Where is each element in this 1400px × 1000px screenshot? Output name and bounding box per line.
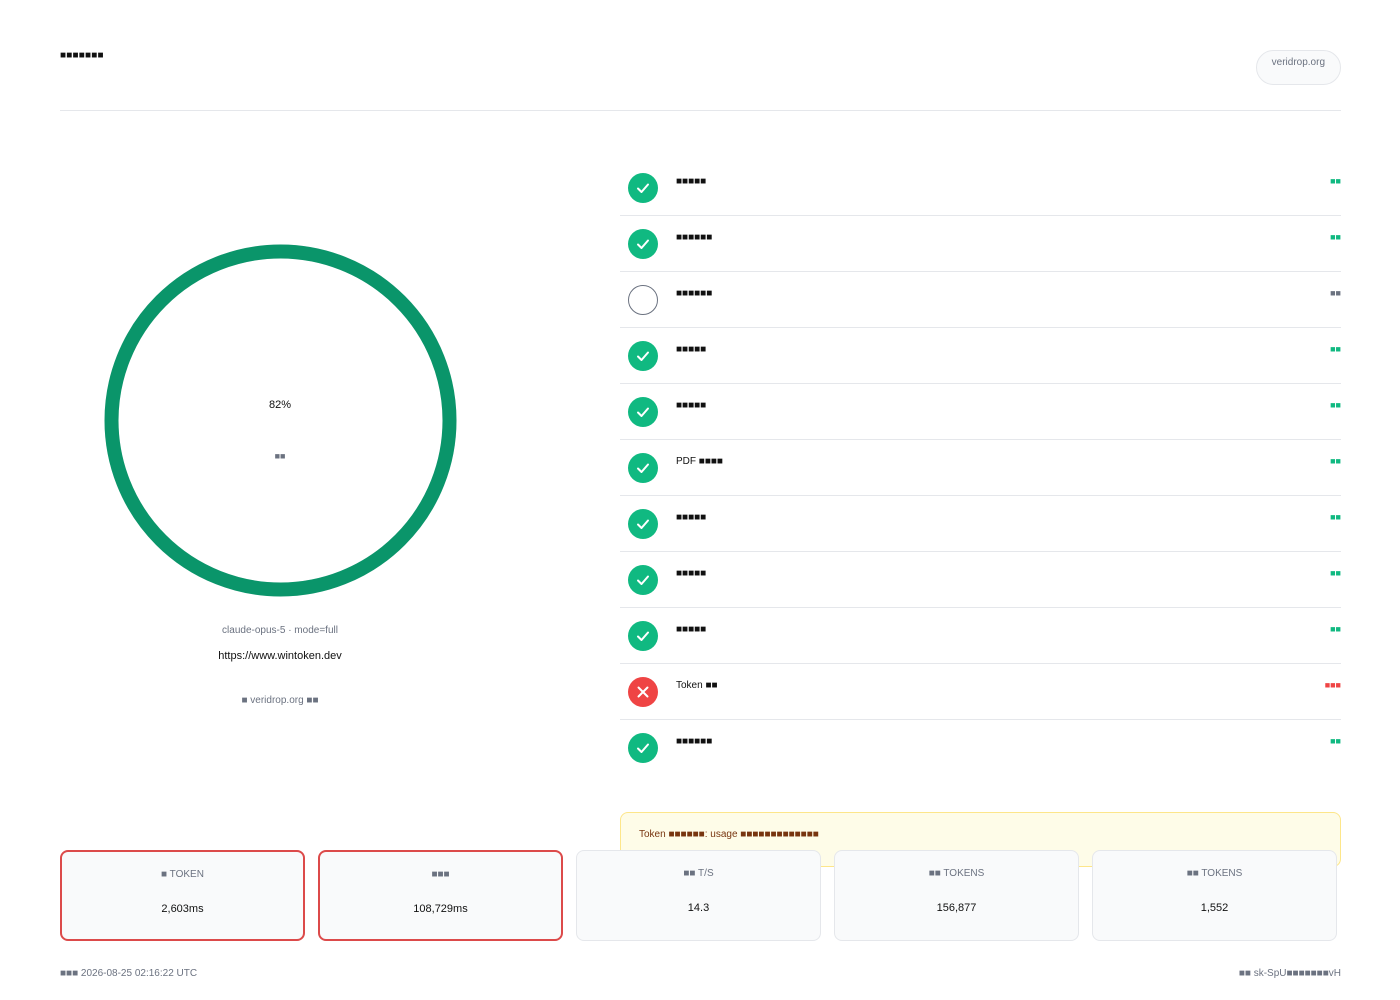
warning-text: Token ■■■■■■: usage ■■■■■■■■■■■■■ [639, 829, 819, 840]
stat-card: ■ TOKEN 2,603ms [60, 850, 305, 941]
check-row: ■■■■■ ■■ [620, 384, 1341, 440]
check-status: ■■ [1330, 176, 1341, 186]
score-panel: 82% ■■ claude-opus-5 · mode=full https:/… [60, 111, 500, 811]
stat-card: ■■ TOKENS 156,877 [834, 850, 1079, 941]
check-row: ■■■■■ ■■ [620, 552, 1341, 608]
check-row: ■■■■■ ■■ [620, 160, 1341, 216]
check-status: ■■ [1330, 624, 1341, 634]
stat-value: 108,729ms [413, 903, 468, 915]
check-label: ■■■■■ [676, 512, 707, 523]
check-icon [628, 565, 658, 595]
check-icon [628, 341, 658, 371]
stat-value: 1,552 [1200, 902, 1229, 914]
check-label: Token ■■ [676, 680, 718, 691]
stat-card: ■■ TOKENS 1,552 [1092, 850, 1337, 941]
check-row: ■■■■■■ ■■ [620, 272, 1341, 328]
stat-label: ■■ TOKENS [1186, 868, 1243, 879]
check-label: ■■■■■ [676, 624, 707, 635]
check-row: ■■■■■ ■■ [620, 608, 1341, 664]
gauge-arc [104, 244, 457, 597]
check-row: ■■■■■ ■■ [620, 328, 1341, 384]
footer-timestamp: ■■■ 2026-08-25 02:16:22 UTC [60, 968, 198, 979]
check-label: ■■■■■ [676, 400, 707, 411]
stat-label: ■■ TOKENS [928, 868, 985, 879]
header: ■■■■■■■ veridrop.org [60, 0, 1341, 111]
model-info: claude-opus-5 · mode=full [222, 625, 338, 636]
check-icon [628, 173, 658, 203]
check-row: ■■■■■■ ■■ [620, 216, 1341, 272]
check-status: ■■ [1330, 232, 1341, 242]
check-icon [628, 453, 658, 483]
stat-value: 2,603ms [161, 903, 204, 915]
check-list: ■■■■■ ■■ ■■■■■■ ■■ ■■■■■■ ■■ ■■■■■ ■■ ■■■■■ ■■ PDF… [620, 160, 1341, 776]
gauge-percent: 82% [268, 399, 292, 411]
check-icon [628, 733, 658, 763]
domain-badge[interactable]: veridrop.org [1255, 50, 1341, 85]
endpoint-url[interactable]: https://www.wintoken.dev [60, 650, 500, 662]
check-status: ■■ [1330, 456, 1341, 466]
stat-label: ■■■ [431, 869, 450, 880]
stat-label: ■■ T/S [683, 868, 714, 879]
stats-row: ■ TOKEN 2,603ms ■■■ 108,729ms ■■ T/S 14.3 ■■ T… [60, 850, 1341, 941]
check-icon [628, 397, 658, 427]
check-label: PDF ■■■■ [676, 456, 723, 467]
page-title: ■■■■■■■ [60, 50, 104, 61]
check-label: ■■■■■■ [676, 736, 713, 747]
check-label: ■■■■■ [676, 344, 707, 355]
check-row: PDF ■■■■ ■■ [620, 440, 1341, 496]
stat-card: ■■ T/S 14.3 [576, 850, 821, 941]
stat-value: 14.3 [687, 902, 710, 914]
check-row: Token ■■ ■■■ [620, 664, 1341, 720]
check-status: ■■ [1330, 400, 1341, 410]
check-icon [628, 621, 658, 651]
score-gauge [104, 244, 457, 597]
check-label: ■■■■■ [676, 176, 707, 187]
empty-circle-icon [628, 285, 658, 315]
check-status: ■■ [1330, 736, 1341, 746]
check-label: ■■■■■■ [676, 288, 713, 299]
check-status: ■■ [1330, 512, 1341, 522]
footer-key: ■■ sk-SpU■■■■■■■vH [1238, 968, 1341, 979]
check-label: ■■■■■ [676, 568, 707, 579]
x-icon [628, 677, 658, 707]
check-label: ■■■■■■ [676, 232, 713, 243]
gauge-label: ■■ [274, 451, 286, 461]
stat-card: ■■■ 108,729ms [318, 850, 563, 941]
check-icon [628, 509, 658, 539]
stat-value: 156,877 [936, 902, 977, 914]
check-row: ■■■■■■ ■■ [620, 720, 1341, 776]
check-status: ■■ [1330, 568, 1341, 578]
check-row: ■■■■■ ■■ [620, 496, 1341, 552]
check-icon [628, 229, 658, 259]
check-status: ■■ [1330, 288, 1341, 298]
check-status: ■■ [1330, 344, 1341, 354]
check-status: ■■■ [1324, 680, 1341, 690]
provider-credit: ■ veridrop.org ■■ [241, 695, 319, 706]
stat-label: ■ TOKEN [161, 869, 204, 880]
